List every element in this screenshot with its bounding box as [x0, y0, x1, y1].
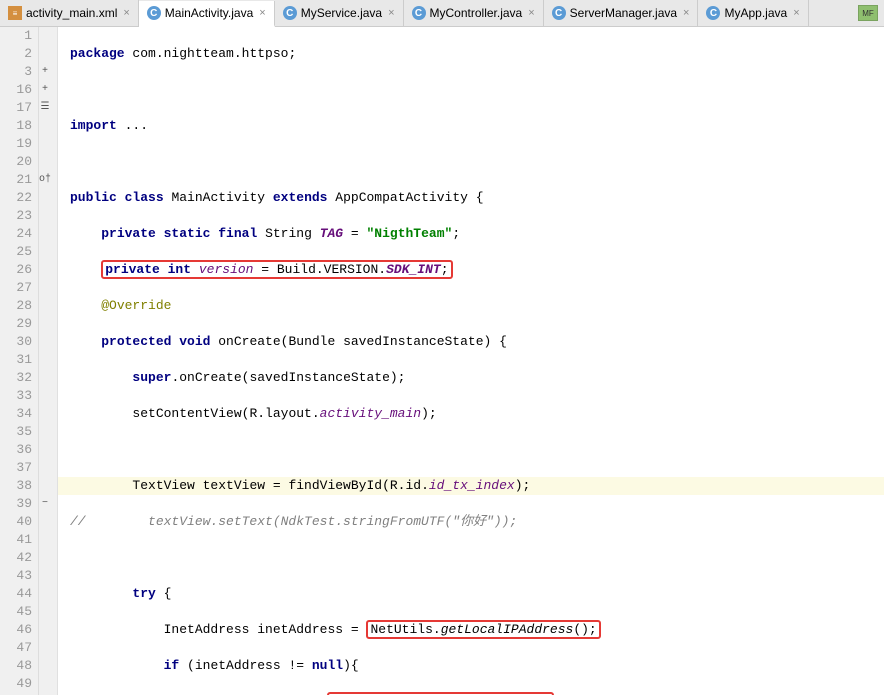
manifest-icon[interactable]: MF: [858, 5, 878, 21]
java-class-icon: C: [412, 6, 426, 20]
close-icon[interactable]: ×: [528, 7, 534, 19]
gutter-line-numbers: 1 2 3 16 17 18 19 20 21 22 23 24 25 26 2…: [0, 27, 39, 695]
close-icon[interactable]: ×: [793, 7, 799, 19]
gutter-marks: + + ☰ o† − −: [39, 27, 58, 695]
fold-icon[interactable]: −: [39, 495, 51, 513]
tab-label: MyService.java: [301, 6, 382, 20]
xml-icon: ≡: [8, 6, 22, 20]
tab-label: MyController.java: [430, 6, 523, 20]
tab-label: ServerManager.java: [570, 6, 677, 20]
highlight-box-netutils: NetUtils.getLocalIPAddress();: [366, 620, 600, 639]
tab-server-manager[interactable]: C ServerManager.java ×: [544, 0, 699, 26]
tab-my-controller[interactable]: C MyController.java ×: [404, 0, 544, 26]
fold-icon[interactable]: +: [39, 63, 51, 81]
tab-label: MyApp.java: [724, 6, 787, 20]
java-class-icon: C: [552, 6, 566, 20]
tab-my-service[interactable]: C MyService.java ×: [275, 0, 404, 26]
code-area[interactable]: package com.nightteam.httpso; import ...…: [58, 27, 884, 695]
tab-activity-main-xml[interactable]: ≡ activity_main.xml ×: [0, 0, 139, 26]
close-icon[interactable]: ×: [259, 7, 265, 19]
java-class-icon: C: [283, 6, 297, 20]
close-icon[interactable]: ×: [683, 7, 689, 19]
java-class-icon: C: [706, 6, 720, 20]
tab-label: activity_main.xml: [26, 6, 117, 20]
tab-label: MainActivity.java: [165, 6, 253, 20]
tab-overflow: MF: [809, 0, 884, 26]
java-class-icon: C: [147, 6, 161, 20]
close-icon[interactable]: ×: [123, 7, 129, 19]
tab-my-app[interactable]: C MyApp.java ×: [698, 0, 808, 26]
editor: 1 2 3 16 17 18 19 20 21 22 23 24 25 26 2…: [0, 27, 884, 695]
tab-bar: ≡ activity_main.xml × C MainActivity.jav…: [0, 0, 884, 27]
override-icon[interactable]: o†: [39, 171, 51, 189]
tab-main-activity[interactable]: C MainActivity.java ×: [139, 1, 275, 27]
fold-icon[interactable]: +: [39, 81, 51, 99]
highlight-box-version-decl: private int version = Build.VERSION.SDK_…: [101, 260, 452, 279]
breakpoint-icon[interactable]: ☰: [39, 99, 51, 117]
close-icon[interactable]: ×: [388, 7, 394, 19]
